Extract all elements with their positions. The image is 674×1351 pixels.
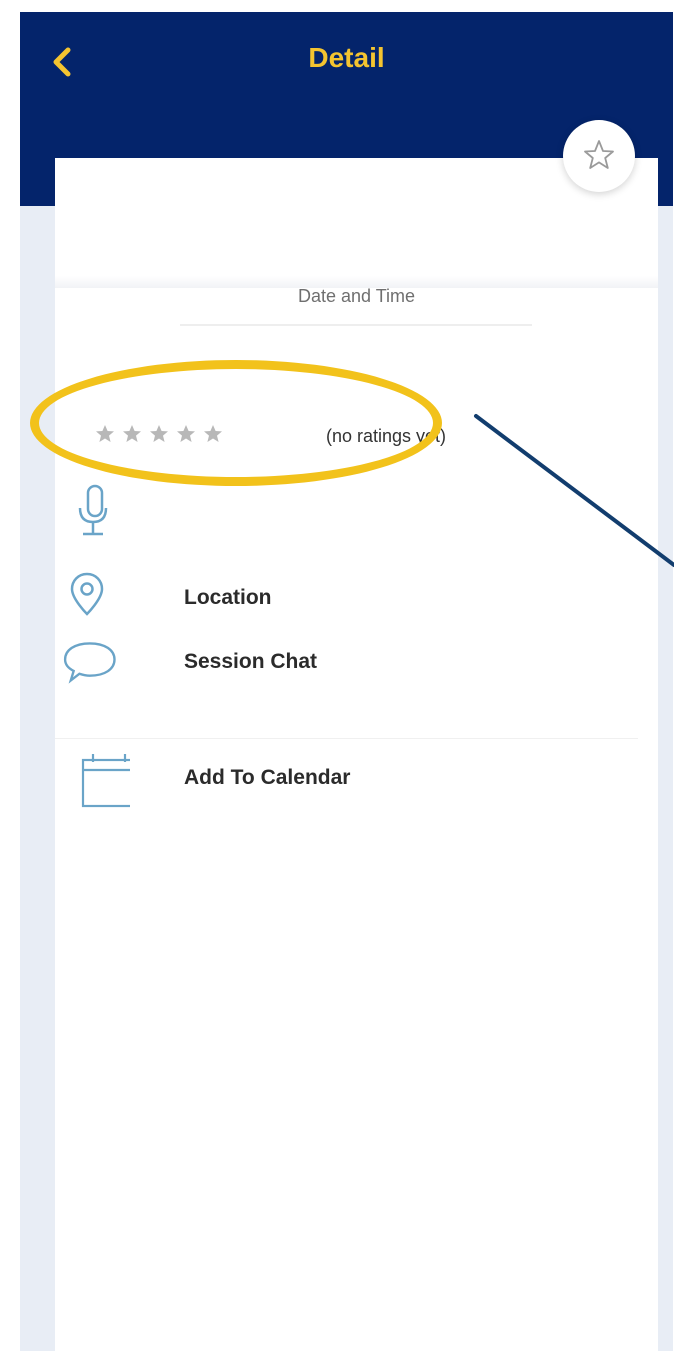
menu-item-label: Location bbox=[184, 586, 272, 609]
calendar-icon bbox=[81, 754, 130, 808]
menu-item-session-chat[interactable]: Session Chat bbox=[60, 632, 640, 692]
menu-item-label: Session Chat bbox=[184, 650, 318, 673]
chat-bubble-icon bbox=[63, 642, 116, 684]
page-title: Detail bbox=[308, 42, 385, 73]
menu-item-label: Add To Calendar bbox=[184, 766, 351, 789]
menu-item-add-to-calendar[interactable]: Add To Calendar bbox=[60, 748, 640, 808]
date-time-label: Date and Time bbox=[297, 286, 416, 306]
menu-divider bbox=[55, 738, 638, 739]
favorite-button[interactable] bbox=[563, 120, 635, 192]
highlight-ellipse bbox=[30, 360, 442, 486]
microphone-icon bbox=[78, 484, 108, 536]
map-pin-icon bbox=[70, 572, 104, 616]
star-outline-icon bbox=[584, 140, 614, 169]
menu-item-location[interactable]: Location bbox=[60, 568, 640, 628]
faint-divider bbox=[180, 324, 532, 326]
menu-item-speaker[interactable] bbox=[60, 480, 640, 540]
